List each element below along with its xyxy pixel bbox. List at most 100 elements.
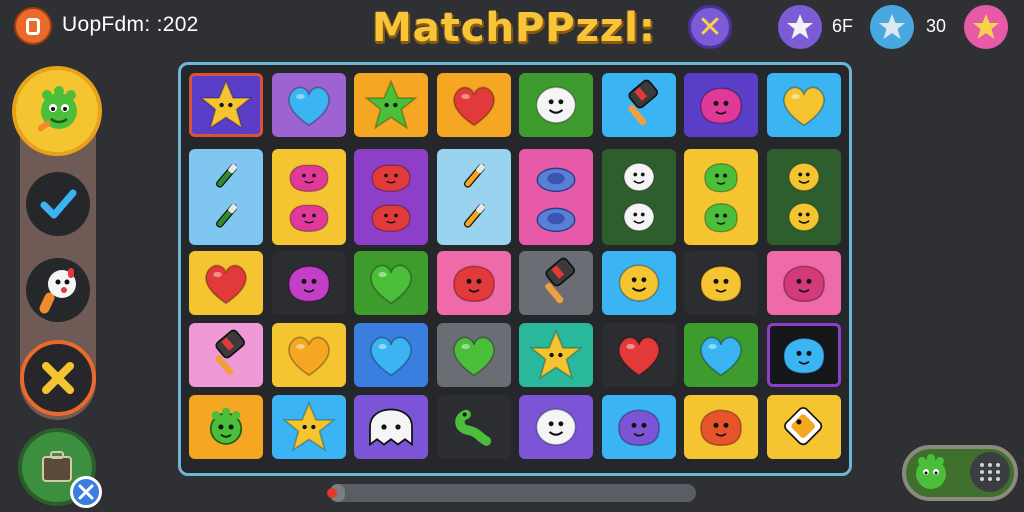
heart-piece-icon (777, 78, 831, 132)
tile-r4-c1[interactable] (189, 323, 263, 387)
monster-icon (37, 86, 77, 132)
tile-r4-c8[interactable] (766, 323, 841, 387)
check-button[interactable] (26, 172, 90, 236)
blob-piece-icon (694, 80, 748, 130)
tile-r1-c8[interactable] (766, 73, 841, 137)
blob2-piece-icon (286, 197, 332, 237)
tile-r5-c1[interactable] (189, 395, 263, 459)
tile-r5-c6[interactable] (601, 395, 676, 459)
purple-star-icon[interactable] (778, 5, 822, 49)
lock-button[interactable] (14, 7, 52, 45)
brush-piece-icon (203, 157, 249, 197)
tile-r1-c6[interactable] (601, 73, 676, 137)
face-piece-icon (530, 79, 582, 131)
tile-r1-c5[interactable] (519, 73, 593, 137)
tile-r5-c4[interactable] (436, 395, 511, 459)
hammer-piece-icon (529, 256, 583, 310)
tile-r4-c6[interactable] (601, 323, 676, 387)
tile-r5-c7[interactable] (684, 395, 758, 459)
progress-bar (327, 484, 696, 502)
tile-r2-c8[interactable] (766, 149, 841, 245)
tile-r1-c1[interactable] (189, 73, 263, 137)
tile-r5-c8[interactable] (766, 395, 841, 459)
cap-piece-icon (533, 157, 579, 197)
face-piece-icon (616, 197, 662, 237)
tile-r4-c7[interactable] (684, 323, 758, 387)
blob2-piece-icon (368, 157, 414, 197)
progress-marker[interactable] (327, 488, 337, 498)
blob-piece-icon (612, 402, 666, 452)
briefcase-icon (42, 451, 72, 482)
blob-piece-icon (698, 157, 744, 197)
blob-piece-icon (694, 402, 748, 452)
monster-toggle-icon (916, 454, 946, 489)
blob2-piece-icon (368, 197, 414, 237)
tile-r1-c4[interactable] (436, 73, 511, 137)
tag-piece-icon (777, 400, 831, 454)
tile-r2-c7[interactable] (684, 149, 758, 245)
blob-piece-icon (694, 258, 748, 308)
tile-r2-c3[interactable] (354, 149, 428, 245)
tile-r4-c2[interactable] (271, 323, 346, 387)
auto-toggle[interactable] (902, 445, 1018, 501)
tile-r4-c4[interactable] (436, 323, 511, 387)
blob-piece-icon (777, 330, 831, 380)
mascot-icon (39, 268, 76, 314)
face-piece-icon (781, 157, 827, 197)
cancel-button[interactable] (20, 340, 96, 416)
cross-icon (42, 362, 74, 394)
heart-piece-icon (447, 328, 501, 382)
game-title: MatchPPzzl: (372, 5, 657, 51)
blob-piece-icon (698, 197, 744, 237)
tile-r3-c1[interactable] (189, 251, 263, 315)
heart-piece-icon (364, 328, 418, 382)
star-piece-icon (363, 77, 419, 133)
heart-piece-icon (199, 256, 253, 310)
settings-badge-button[interactable] (70, 476, 102, 508)
star-piece-icon (528, 327, 584, 383)
ghost-piece-icon (363, 404, 419, 450)
close-button[interactable]: ✕ (688, 5, 732, 49)
tile-r3-c8[interactable] (766, 251, 841, 315)
tile-r1-c3[interactable] (354, 73, 428, 137)
tile-r5-c3[interactable] (354, 395, 428, 459)
blue-star-icon[interactable] (870, 5, 914, 49)
heart-piece-icon (694, 328, 748, 382)
tile-r2-c4[interactable] (436, 149, 511, 245)
check-icon (40, 189, 77, 219)
lock-icon (26, 17, 40, 35)
worm-piece-icon (449, 400, 499, 454)
tile-r3-c4[interactable] (436, 251, 511, 315)
face-piece-icon (613, 257, 665, 309)
tile-r4-c3[interactable] (354, 323, 428, 387)
tools-icon (78, 484, 94, 500)
tile-r2-c6[interactable] (601, 149, 676, 245)
tile-r1-c2[interactable] (271, 73, 346, 137)
tile-r2-c2[interactable] (271, 149, 346, 245)
monster-avatar-button[interactable] (12, 66, 102, 156)
tile-r1-c7[interactable] (684, 73, 758, 137)
tile-r3-c6[interactable] (601, 251, 676, 315)
tile-r5-c5[interactable] (519, 395, 593, 459)
mascot-button[interactable] (26, 258, 90, 322)
tile-r2-c5[interactable] (519, 149, 593, 245)
blob-piece-icon (777, 258, 831, 308)
cap-piece-icon (533, 197, 579, 237)
tile-r2-c1[interactable] (189, 149, 263, 245)
tile-r4-c5[interactable] (519, 323, 593, 387)
tile-r3-c5[interactable] (519, 251, 593, 315)
heart-piece-icon (282, 78, 336, 132)
blob-piece-icon (282, 258, 336, 308)
pink-star-icon[interactable] (964, 5, 1008, 49)
heart-piece-icon (447, 78, 501, 132)
blob-piece-icon (447, 258, 501, 308)
grid-icon (970, 452, 1010, 492)
heart-piece-icon (282, 328, 336, 382)
top-bar: UopFdm: :202 MatchPPzzl: ✕ 6F 30 (0, 0, 1024, 56)
tile-r5-c2[interactable] (271, 395, 346, 459)
monster-piece-icon (199, 400, 253, 454)
tile-r3-c7[interactable] (684, 251, 758, 315)
tile-r3-c3[interactable] (354, 251, 428, 315)
face-piece-icon (781, 197, 827, 237)
tile-r3-c2[interactable] (271, 251, 346, 315)
